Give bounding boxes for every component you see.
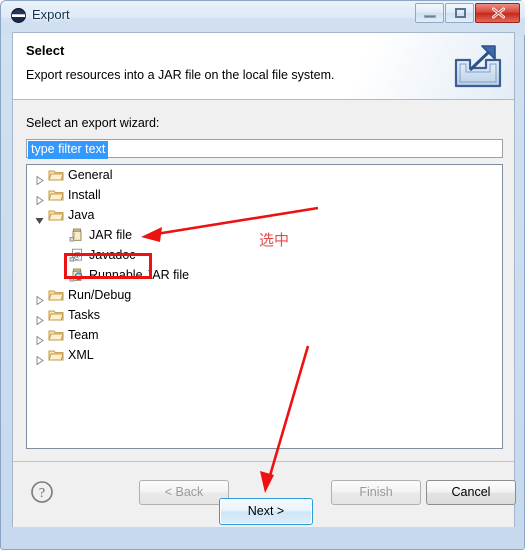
tree-item-general[interactable]: General xyxy=(27,165,502,186)
tree-item-label: Tasks xyxy=(68,308,100,322)
chevron-right-icon[interactable] xyxy=(35,291,44,306)
jar-file-icon xyxy=(69,228,85,242)
tree-item-xml[interactable]: XML xyxy=(27,345,502,366)
wizard-body: Select an export wizard: type filter tex… xyxy=(13,100,514,461)
maximize-icon xyxy=(455,8,466,18)
filter-input-value[interactable]: type filter text xyxy=(28,141,109,159)
tree-item-label: General xyxy=(68,168,113,182)
folder-icon xyxy=(48,188,64,202)
folder-icon xyxy=(48,288,64,302)
close-icon xyxy=(492,7,505,19)
tree-item-tasks[interactable]: Tasks xyxy=(27,305,502,326)
close-button[interactable] xyxy=(475,3,520,23)
page-description: Export resources into a JAR file on the … xyxy=(26,68,335,82)
folder-icon xyxy=(48,208,64,222)
minimize-icon xyxy=(424,15,436,18)
tree-item-run-debug[interactable]: Run/Debug xyxy=(27,285,502,306)
tree-item-label: Runnable JAR file xyxy=(89,268,190,282)
finish-button[interactable]: Finish xyxy=(331,480,421,505)
minimize-button[interactable] xyxy=(415,3,444,23)
chevron-right-icon[interactable] xyxy=(35,311,44,326)
page-title: Select xyxy=(26,43,65,58)
titlebar: Export xyxy=(1,1,525,31)
tree-item-java[interactable]: Java xyxy=(27,205,502,225)
export-arrow-icon xyxy=(448,40,508,95)
wizard-select-label: Select an export wizard: xyxy=(26,116,160,130)
dialog-client-area: Select Export resources into a JAR file … xyxy=(12,32,516,527)
javadoc-icon: @ xyxy=(69,248,85,262)
back-button[interactable]: < Back xyxy=(139,480,229,505)
tree-item-jar-file[interactable]: JAR file xyxy=(27,225,502,245)
chevron-right-icon[interactable] xyxy=(35,351,44,366)
help-icon[interactable]: ? xyxy=(30,480,54,504)
tree-item-label: Install xyxy=(68,188,101,202)
export-wizard-tree[interactable]: General Install Java JAR file @ Javadoc Runnab… xyxy=(26,164,503,449)
folder-icon xyxy=(48,308,64,322)
runnable-jar-icon xyxy=(69,268,85,282)
tree-item-runnable-jar-file[interactable]: Runnable JAR file xyxy=(27,265,502,285)
tree-item-label: XML xyxy=(68,348,94,362)
folder-icon xyxy=(48,348,64,362)
chevron-down-icon[interactable] xyxy=(35,211,44,224)
folder-icon xyxy=(48,168,64,182)
chevron-right-icon[interactable] xyxy=(35,171,44,186)
chevron-right-icon[interactable] xyxy=(35,191,44,206)
export-circle-icon xyxy=(11,8,26,23)
tree-item-label: Team xyxy=(68,328,99,342)
svg-text:?: ? xyxy=(39,486,45,501)
tree-item-javadoc[interactable]: @ Javadoc xyxy=(27,245,502,265)
folder-icon xyxy=(48,328,64,342)
wizard-header: Select Export resources into a JAR file … xyxy=(13,33,514,100)
maximize-button[interactable] xyxy=(445,3,474,23)
tree-item-install[interactable]: Install xyxy=(27,185,502,206)
tree-item-label: Java xyxy=(68,208,95,222)
tree-item-label: Javadoc xyxy=(89,248,136,262)
cancel-button[interactable]: Cancel xyxy=(426,480,516,505)
tree-item-label: Run/Debug xyxy=(68,288,132,302)
window-title: Export xyxy=(32,7,70,22)
tree-item-team[interactable]: Team xyxy=(27,325,502,346)
chevron-right-icon[interactable] xyxy=(35,331,44,346)
next-button[interactable]: Next > xyxy=(219,498,313,525)
export-dialog-window: Export Select Export resources into a JA… xyxy=(0,0,525,550)
filter-input[interactable]: type filter text xyxy=(26,139,503,159)
svg-text:@: @ xyxy=(73,251,80,260)
tree-item-label: JAR file xyxy=(89,228,133,242)
